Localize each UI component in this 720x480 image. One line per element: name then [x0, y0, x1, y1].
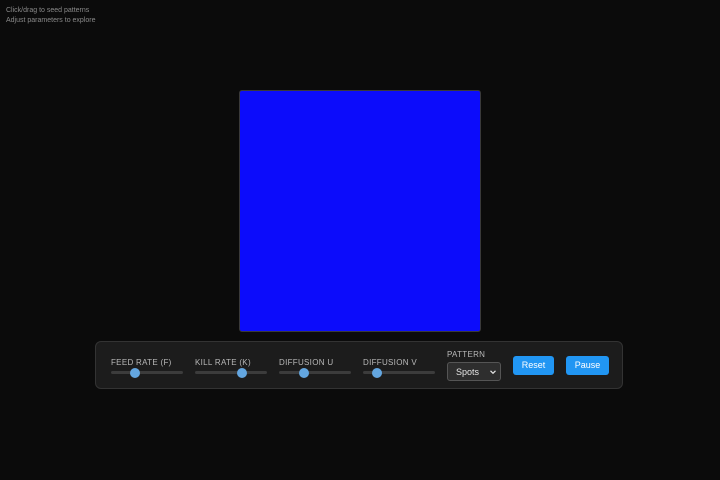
pattern-select[interactable]: Spots — [447, 362, 501, 381]
instructions-text: Click/drag to seed patterns Adjust param… — [6, 6, 96, 25]
kill-rate-slider[interactable] — [195, 367, 267, 378]
diffusion-v-thumb[interactable] — [371, 367, 382, 378]
pause-button[interactable]: Pause — [566, 356, 609, 375]
diffusion-v-slider[interactable] — [363, 367, 435, 378]
instruction-adjust: Adjust parameters to explore — [6, 16, 96, 24]
feed-rate-slider[interactable] — [111, 367, 183, 378]
simulation-canvas[interactable] — [239, 90, 481, 332]
diffusion-v-label: DIFFUSION V — [363, 358, 417, 367]
pattern-selected-value: Spots — [456, 367, 480, 377]
feed-rate-control: FEED RATE (F) — [111, 358, 183, 378]
kill-rate-label: KILL RATE (K) — [195, 358, 251, 367]
diffusion-u-thumb[interactable] — [299, 367, 310, 378]
chevron-down-icon — [490, 370, 496, 375]
feed-rate-thumb[interactable] — [129, 367, 140, 378]
controls-panel: FEED RATE (F) KILL RATE (K) DIFFUSION U … — [95, 341, 623, 389]
feed-rate-label: FEED RATE (F) — [111, 358, 172, 367]
pattern-control: PATTERN Spots — [447, 350, 501, 381]
diffusion-v-control: DIFFUSION V — [363, 358, 435, 378]
diffusion-u-control: DIFFUSION U — [279, 358, 351, 378]
kill-rate-control: KILL RATE (K) — [195, 358, 267, 378]
diffusion-u-label: DIFFUSION U — [279, 358, 334, 367]
reset-button[interactable]: Reset — [513, 356, 554, 375]
diffusion-u-slider[interactable] — [279, 367, 351, 378]
instruction-seed: Click/drag to seed patterns — [6, 7, 90, 14]
kill-rate-thumb[interactable] — [236, 367, 247, 378]
pattern-label: PATTERN — [447, 350, 486, 359]
